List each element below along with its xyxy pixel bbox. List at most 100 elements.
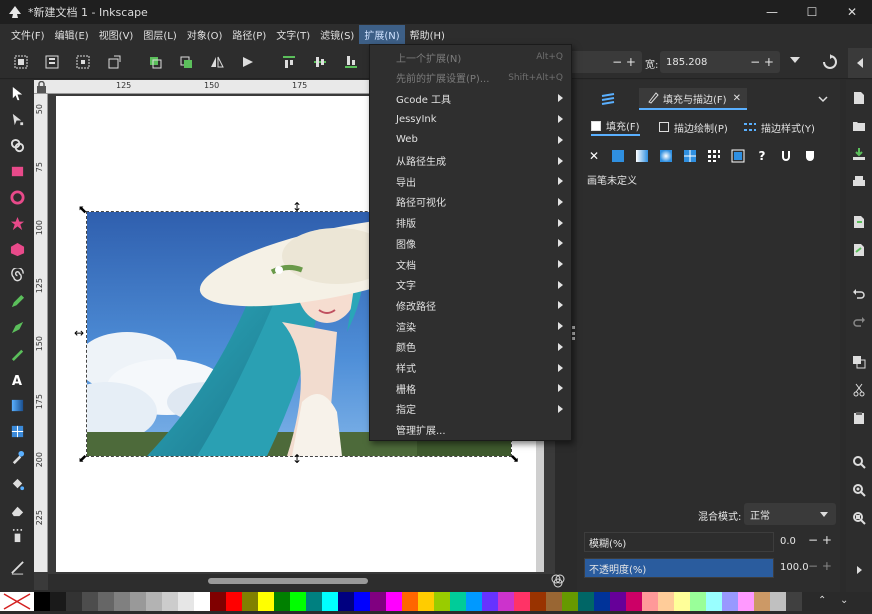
pen-tool-icon[interactable]: [8, 318, 26, 336]
rectangle-tool-icon[interactable]: [8, 162, 26, 180]
rotate-90-icon[interactable]: [105, 53, 123, 71]
print-icon[interactable]: [851, 174, 867, 190]
palette-swatch[interactable]: [274, 592, 290, 611]
scale-handle-top[interactable]: ↕: [292, 200, 302, 214]
tab-stroke-paint[interactable]: 描边绘制(P): [659, 118, 728, 136]
blur-stepper-icon[interactable]: − +: [808, 533, 832, 547]
dropper-tool-icon[interactable]: [8, 448, 26, 466]
rotate-icon[interactable]: [822, 54, 838, 70]
open-folder-icon[interactable]: [851, 118, 867, 134]
select-all-icon[interactable]: [12, 53, 30, 71]
palette-swatch[interactable]: [50, 592, 66, 611]
extensions-menu-item-18[interactable]: 管理扩展...: [370, 420, 571, 440]
extensions-menu-item-3[interactable]: JessyInk: [370, 109, 571, 129]
flat-color-icon[interactable]: [609, 147, 627, 165]
evenodd-fill-icon[interactable]: [777, 147, 795, 165]
scale-handle-top-left[interactable]: ⬉: [78, 203, 87, 216]
layers-tab-icon[interactable]: [601, 88, 617, 110]
palette-swatch[interactable]: [162, 592, 178, 611]
extensions-menu-item-5[interactable]: 从路径生成: [370, 151, 571, 171]
x-coordinate-field[interactable]: 3 − +: [560, 51, 642, 73]
spiral-tool-icon[interactable]: [8, 266, 26, 284]
menu-item-7[interactable]: 滤镜(S): [315, 25, 359, 44]
palette-swatch[interactable]: [258, 592, 274, 611]
palette-swatch[interactable]: [578, 592, 594, 611]
palette-swatch[interactable]: [306, 592, 322, 611]
linear-gradient-icon[interactable]: [633, 147, 651, 165]
zoom-selection-icon[interactable]: [851, 454, 867, 470]
palette-swatch[interactable]: [146, 592, 162, 611]
flip-vertical-icon[interactable]: [239, 53, 257, 71]
palette-swatch[interactable]: [498, 592, 514, 611]
horizontal-scrollbar[interactable]: [48, 574, 555, 590]
align-bottom-icon[interactable]: [342, 53, 360, 71]
palette-swatch[interactable]: [450, 592, 466, 611]
extensions-menu-item-15[interactable]: 样式: [370, 358, 571, 378]
cut-icon[interactable]: [851, 382, 867, 398]
palette-scroll-up-icon[interactable]: ⌃: [818, 595, 826, 606]
palette-swatch[interactable]: [242, 592, 258, 611]
flip-horizontal-icon[interactable]: [208, 53, 226, 71]
export-icon[interactable]: [851, 242, 867, 258]
extensions-menu-item-11[interactable]: 文字: [370, 275, 571, 295]
paint-bucket-tool-icon[interactable]: [8, 474, 26, 492]
dock-menu-chevron-icon[interactable]: [817, 88, 833, 110]
menu-item-0[interactable]: 文件(F): [6, 25, 50, 44]
zoom-drawing-icon[interactable]: [851, 482, 867, 498]
extensions-menu-item-16[interactable]: 栅格: [370, 378, 571, 398]
palette-swatch[interactable]: [194, 592, 210, 611]
extensions-menu-item-7[interactable]: 路径可视化: [370, 192, 571, 212]
palette-swatch[interactable]: [722, 592, 738, 611]
radial-gradient-icon[interactable]: [657, 147, 675, 165]
extensions-menu-item-9[interactable]: 图像: [370, 233, 571, 253]
palette-swatch[interactable]: [642, 592, 658, 611]
scale-handle-left[interactable]: ↔: [74, 326, 84, 340]
selector-tool-icon[interactable]: [8, 84, 26, 102]
opacity-slider[interactable]: 不透明度(%): [584, 558, 774, 578]
palette-swatch[interactable]: [594, 592, 610, 611]
palette-swatch[interactable]: [514, 592, 530, 611]
menu-item-6[interactable]: 文字(T): [271, 25, 315, 44]
extensions-menu-item-13[interactable]: 渲染: [370, 316, 571, 336]
palette-swatch[interactable]: [610, 592, 626, 611]
palette-swatch[interactable]: [114, 592, 130, 611]
measure-tool-icon[interactable]: [8, 558, 26, 576]
star-tool-icon[interactable]: [8, 214, 26, 232]
palette-swatch[interactable]: [370, 592, 386, 611]
extensions-menu-item-14[interactable]: 颜色: [370, 337, 571, 357]
palette-swatch[interactable]: [210, 592, 226, 611]
tab-fill-stroke[interactable]: 填充与描边(F) ✕: [639, 88, 747, 110]
palette-swatch[interactable]: [546, 592, 562, 611]
pattern-icon[interactable]: [705, 147, 723, 165]
extensions-menu-item-6[interactable]: 导出: [370, 171, 571, 191]
3d-box-tool-icon[interactable]: [8, 240, 26, 258]
align-top-icon[interactable]: [280, 53, 298, 71]
copy-icon[interactable]: [851, 354, 867, 370]
palette-swatch[interactable]: [34, 592, 50, 611]
menu-item-2[interactable]: 视图(V): [94, 25, 139, 44]
panel-resize-handle[interactable]: [572, 326, 575, 340]
no-paint-icon[interactable]: ✕: [585, 147, 603, 165]
vertical-ruler[interactable]: 50 75 100 125 150 175 200 225: [34, 94, 48, 572]
panel-collapse-button[interactable]: [848, 48, 872, 78]
palette-swatch[interactable]: [130, 592, 146, 611]
tab-stroke-style[interactable]: 描边样式(Y): [743, 118, 815, 136]
palette-swatch[interactable]: [626, 592, 642, 611]
lower-to-bottom-icon[interactable]: [177, 53, 195, 71]
palette-swatch[interactable]: [482, 592, 498, 611]
x-stepper-icon[interactable]: − +: [612, 55, 636, 69]
align-center-icon[interactable]: [311, 53, 329, 71]
palette-swatch[interactable]: [738, 592, 754, 611]
gradient-tool-icon[interactable]: [8, 396, 26, 414]
palette-swatch[interactable]: [226, 592, 242, 611]
undo-icon[interactable]: [851, 286, 867, 302]
select-all-layers-icon[interactable]: [43, 53, 61, 71]
menu-item-1[interactable]: 编辑(E): [50, 25, 94, 44]
menu-item-9[interactable]: 帮助(H): [405, 25, 450, 44]
opacity-value[interactable]: 100.0: [780, 562, 809, 573]
close-tab-icon[interactable]: ✕: [733, 93, 741, 104]
extensions-menu-item-4[interactable]: Web: [370, 130, 571, 150]
palette-swatch[interactable]: [402, 592, 418, 611]
redo-icon[interactable]: [851, 314, 867, 330]
minimize-button[interactable]: —: [752, 0, 792, 24]
